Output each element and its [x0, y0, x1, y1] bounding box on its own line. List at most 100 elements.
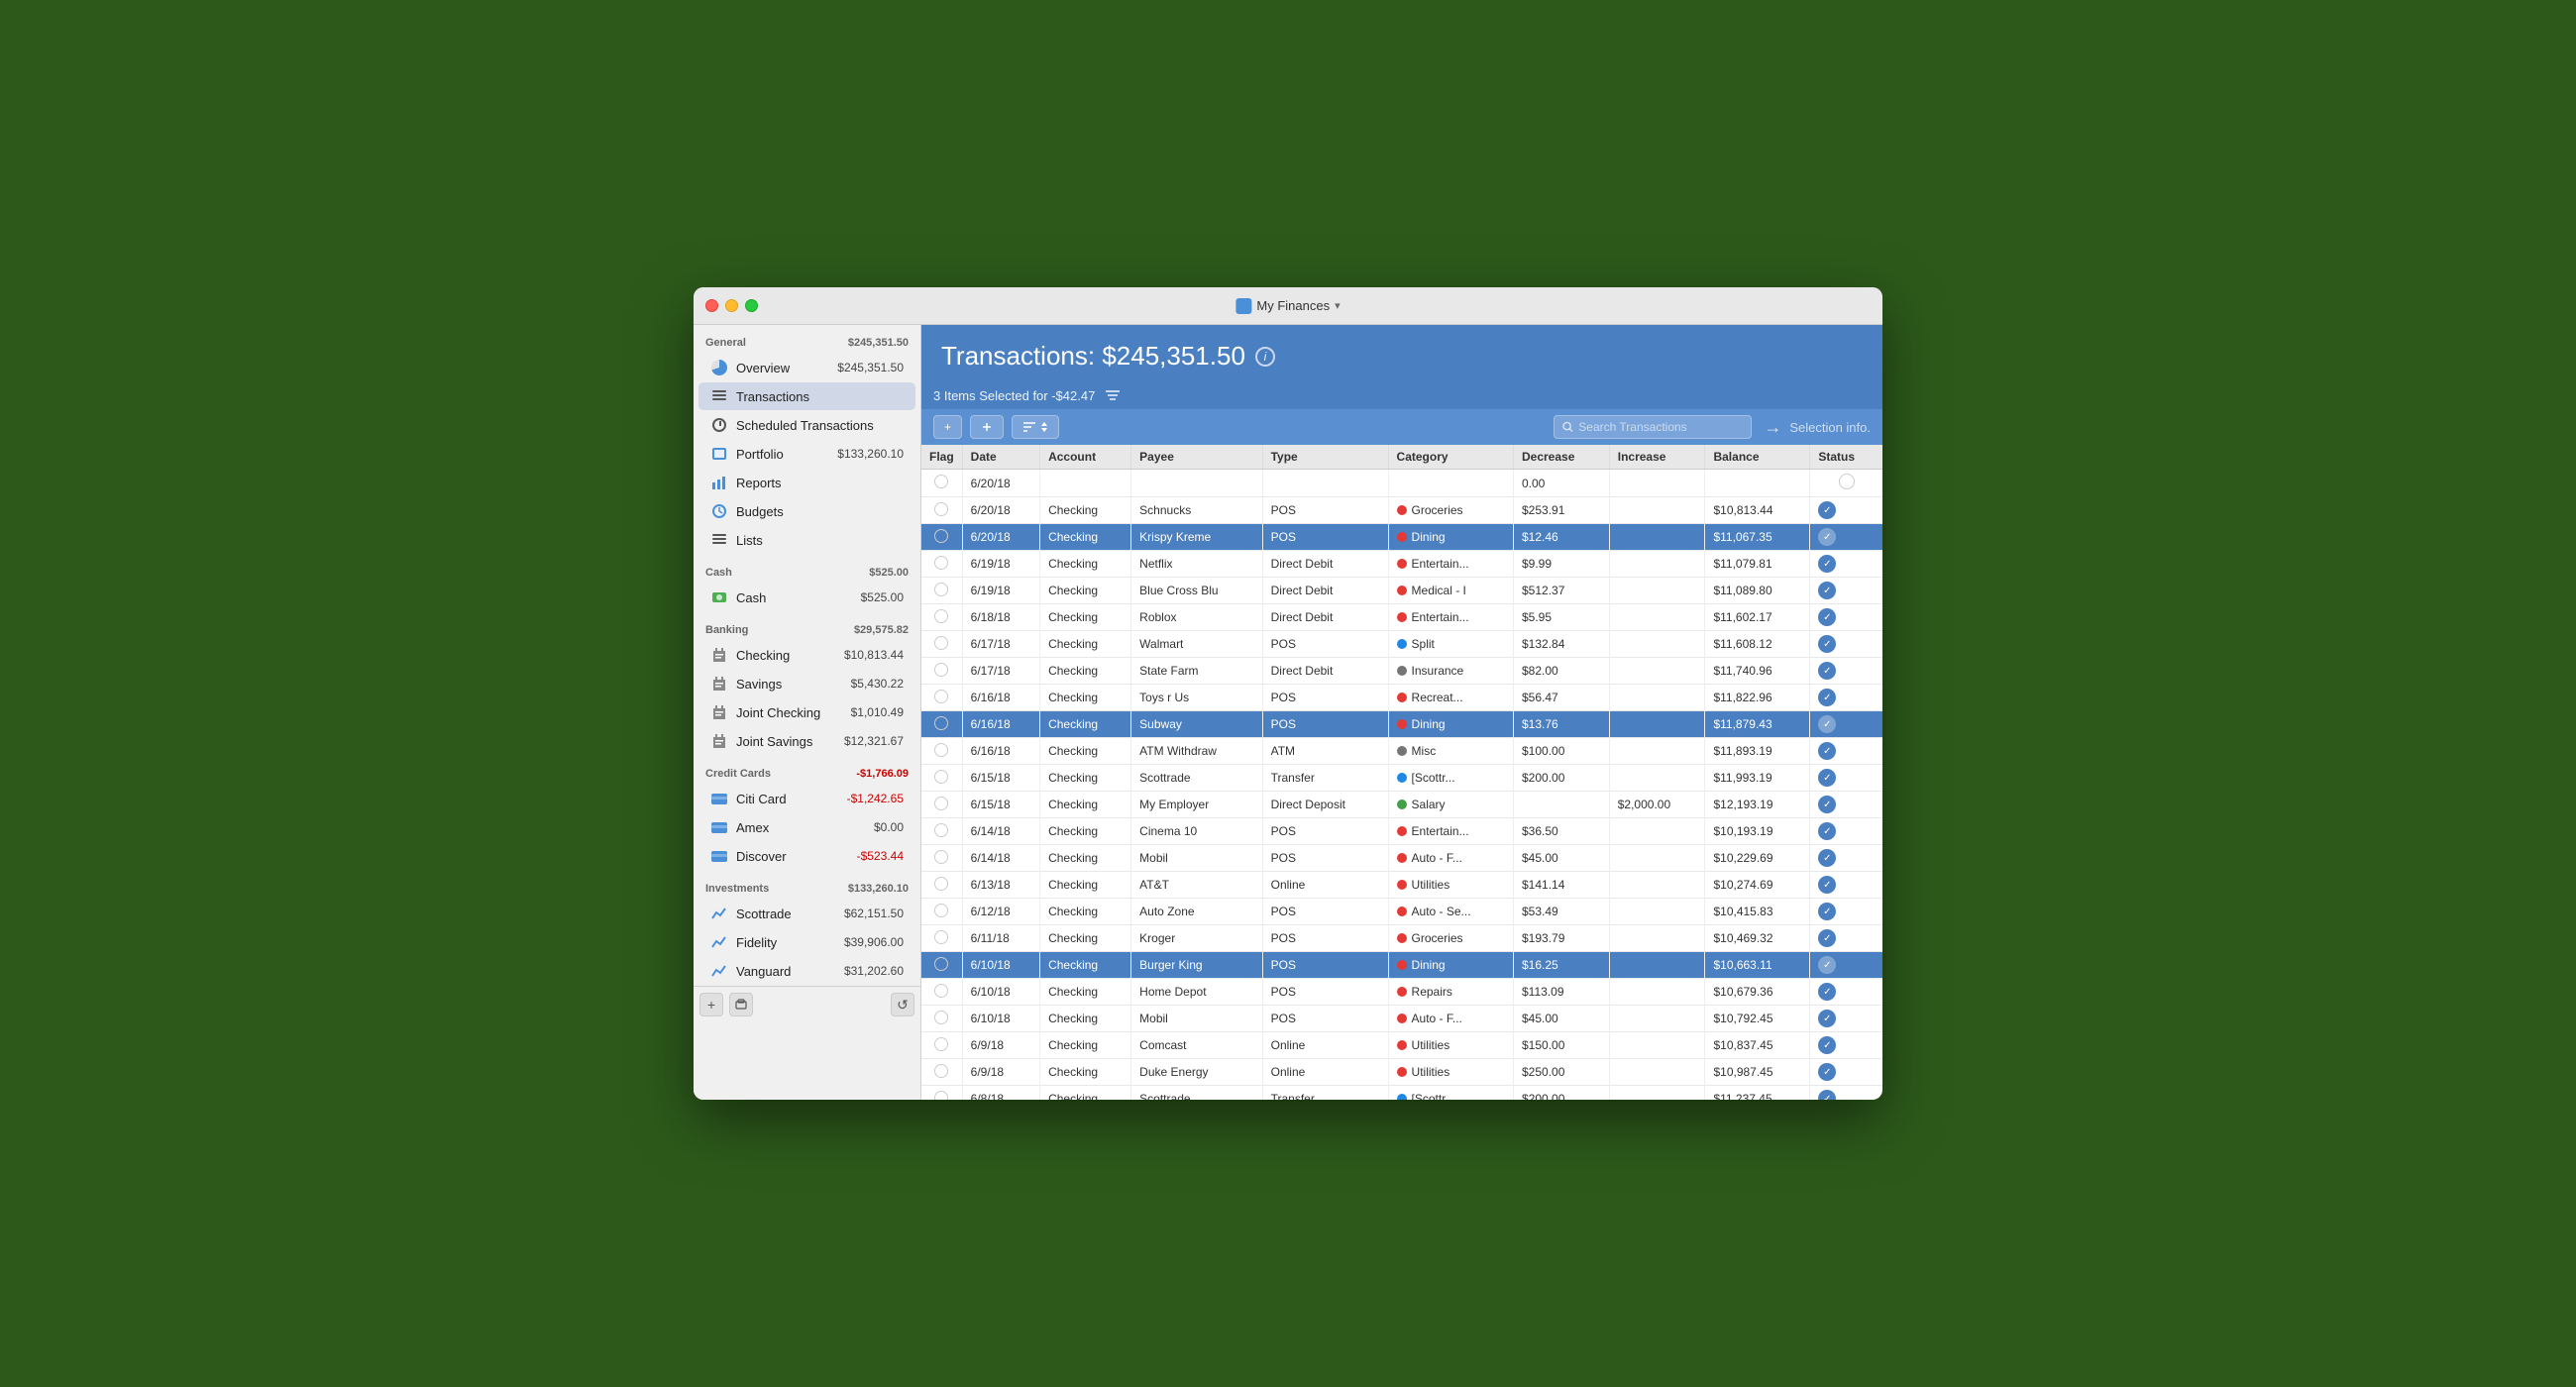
- flag-button[interactable]: [934, 850, 948, 864]
- flag-button[interactable]: [934, 984, 948, 998]
- status-check-icon[interactable]: ✓: [1818, 1010, 1836, 1027]
- table-row[interactable]: 6/13/18CheckingAT&TOnlineUtilities$141.1…: [921, 872, 1882, 899]
- status-cell[interactable]: ✓: [1810, 1059, 1882, 1086]
- status-cell[interactable]: ✓: [1810, 711, 1882, 738]
- sidebar-item-amex[interactable]: Amex $0.00: [698, 813, 915, 841]
- status-check-icon[interactable]: ✓: [1818, 582, 1836, 599]
- flag-button[interactable]: [934, 797, 948, 810]
- status-cell[interactable]: ✓: [1810, 845, 1882, 872]
- flag-button[interactable]: [934, 823, 948, 837]
- search-box[interactable]: [1554, 415, 1752, 439]
- flag-button[interactable]: [934, 930, 948, 944]
- table-row[interactable]: 6/8/18CheckingScottradeTransfer[Scottr..…: [921, 1086, 1882, 1101]
- status-check-icon[interactable]: ✓: [1818, 528, 1836, 546]
- status-check-icon[interactable]: ✓: [1818, 849, 1836, 867]
- flag-button[interactable]: [934, 1037, 948, 1051]
- status-cell[interactable]: ✓: [1810, 872, 1882, 899]
- flag-button[interactable]: [934, 690, 948, 703]
- status-check-icon[interactable]: ✓: [1818, 1063, 1836, 1081]
- search-input[interactable]: [1578, 420, 1743, 434]
- table-row[interactable]: 6/19/18CheckingNetflixDirect DebitEntert…: [921, 551, 1882, 578]
- flag-button[interactable]: [934, 957, 948, 971]
- table-row[interactable]: 6/16/18CheckingSubwayPOSDining$13.76$11,…: [921, 711, 1882, 738]
- status-check-icon[interactable]: ✓: [1818, 608, 1836, 626]
- status-cell[interactable]: ✓: [1810, 738, 1882, 765]
- status-cell[interactable]: ✓: [1810, 765, 1882, 792]
- status-check-icon[interactable]: ✓: [1818, 742, 1836, 760]
- status-check-icon[interactable]: ✓: [1818, 876, 1836, 894]
- sidebar-item-vanguard[interactable]: Vanguard $31,202.60: [698, 957, 915, 985]
- status-cell[interactable]: [1810, 470, 1882, 497]
- table-row[interactable]: 6/18/18CheckingRobloxDirect DebitEnterta…: [921, 604, 1882, 631]
- status-check-icon[interactable]: ✓: [1818, 1090, 1836, 1100]
- sidebar-item-scottrade[interactable]: Scottrade $62,151.50: [698, 900, 915, 927]
- sort-button[interactable]: [1012, 415, 1059, 439]
- table-row[interactable]: 6/14/18CheckingMobilPOSAuto - F...$45.00…: [921, 845, 1882, 872]
- sidebar-item-scheduled[interactable]: Scheduled Transactions: [698, 411, 915, 439]
- status-cell[interactable]: ✓: [1810, 497, 1882, 524]
- col-decrease[interactable]: Decrease: [1514, 445, 1610, 470]
- minimize-button[interactable]: [725, 299, 738, 312]
- status-check-icon[interactable]: ✓: [1818, 689, 1836, 706]
- col-increase[interactable]: Increase: [1609, 445, 1705, 470]
- status-cell[interactable]: ✓: [1810, 952, 1882, 979]
- split-transaction-button[interactable]: [970, 415, 1004, 439]
- col-status[interactable]: Status: [1810, 445, 1882, 470]
- col-category[interactable]: Category: [1388, 445, 1513, 470]
- flag-button[interactable]: [934, 1011, 948, 1024]
- close-button[interactable]: [705, 299, 718, 312]
- status-cell[interactable]: ✓: [1810, 604, 1882, 631]
- sidebar-item-budgets[interactable]: Budgets: [698, 497, 915, 525]
- sidebar-item-lists[interactable]: Lists: [698, 526, 915, 554]
- status-cell[interactable]: ✓: [1810, 1032, 1882, 1059]
- refresh-button[interactable]: ↺: [891, 993, 914, 1016]
- maximize-button[interactable]: [745, 299, 758, 312]
- sidebar-item-reports[interactable]: Reports: [698, 469, 915, 496]
- sidebar-item-savings[interactable]: Savings $5,430.22: [698, 670, 915, 697]
- col-account[interactable]: Account: [1040, 445, 1131, 470]
- table-row[interactable]: 6/14/18CheckingCinema 10POSEntertain...$…: [921, 818, 1882, 845]
- status-cell[interactable]: ✓: [1810, 979, 1882, 1006]
- table-row[interactable]: 6/16/18CheckingToys r UsPOSRecreat...$56…: [921, 685, 1882, 711]
- table-row[interactable]: 6/11/18CheckingKrogerPOSGroceries$193.79…: [921, 925, 1882, 952]
- status-check-icon[interactable]: ✓: [1818, 501, 1836, 519]
- flag-button[interactable]: [934, 770, 948, 784]
- flag-button[interactable]: [934, 877, 948, 891]
- status-check-icon[interactable]: ✓: [1818, 715, 1836, 733]
- table-row[interactable]: 6/17/18CheckingState FarmDirect DebitIns…: [921, 658, 1882, 685]
- sidebar-item-overview[interactable]: Overview $245,351.50: [698, 354, 915, 381]
- flag-button[interactable]: [934, 609, 948, 623]
- status-cell[interactable]: ✓: [1810, 899, 1882, 925]
- table-row[interactable]: 6/10/18CheckingMobilPOSAuto - F...$45.00…: [921, 1006, 1882, 1032]
- col-payee[interactable]: Payee: [1131, 445, 1262, 470]
- sidebar-item-checking[interactable]: Checking $10,813.44: [698, 641, 915, 669]
- status-cell[interactable]: ✓: [1810, 631, 1882, 658]
- status-cell[interactable]: ✓: [1810, 1006, 1882, 1032]
- add-account-button[interactable]: +: [699, 993, 723, 1016]
- status-check-icon[interactable]: ✓: [1818, 956, 1836, 974]
- status-cell[interactable]: ✓: [1810, 578, 1882, 604]
- sidebar-item-portfolio[interactable]: Portfolio $133,260.10: [698, 440, 915, 468]
- sidebar-item-joint-checking[interactable]: Joint Checking $1,010.49: [698, 698, 915, 726]
- status-cell[interactable]: ✓: [1810, 925, 1882, 952]
- status-cell[interactable]: ✓: [1810, 685, 1882, 711]
- flag-button[interactable]: [934, 502, 948, 516]
- flag-button[interactable]: [934, 1091, 948, 1101]
- flag-button[interactable]: [934, 636, 948, 650]
- table-row[interactable]: 6/19/18CheckingBlue Cross BluDirect Debi…: [921, 578, 1882, 604]
- sidebar-item-citi[interactable]: Citi Card -$1,242.65: [698, 785, 915, 812]
- status-cell[interactable]: ✓: [1810, 792, 1882, 818]
- table-row[interactable]: 6/9/18CheckingComcastOnlineUtilities$150…: [921, 1032, 1882, 1059]
- table-row[interactable]: 6/15/18CheckingMy EmployerDirect Deposit…: [921, 792, 1882, 818]
- status-check-icon[interactable]: ✓: [1818, 796, 1836, 813]
- flag-button[interactable]: [934, 663, 948, 677]
- sidebar-item-cash[interactable]: Cash $525.00: [698, 584, 915, 611]
- col-balance[interactable]: Balance: [1705, 445, 1810, 470]
- status-cell[interactable]: ✓: [1810, 524, 1882, 551]
- status-check-icon[interactable]: ✓: [1818, 903, 1836, 920]
- add-transaction-button[interactable]: +: [933, 415, 962, 439]
- status-empty-icon[interactable]: [1839, 474, 1855, 489]
- status-check-icon[interactable]: ✓: [1818, 929, 1836, 947]
- status-cell[interactable]: ✓: [1810, 818, 1882, 845]
- status-cell[interactable]: ✓: [1810, 551, 1882, 578]
